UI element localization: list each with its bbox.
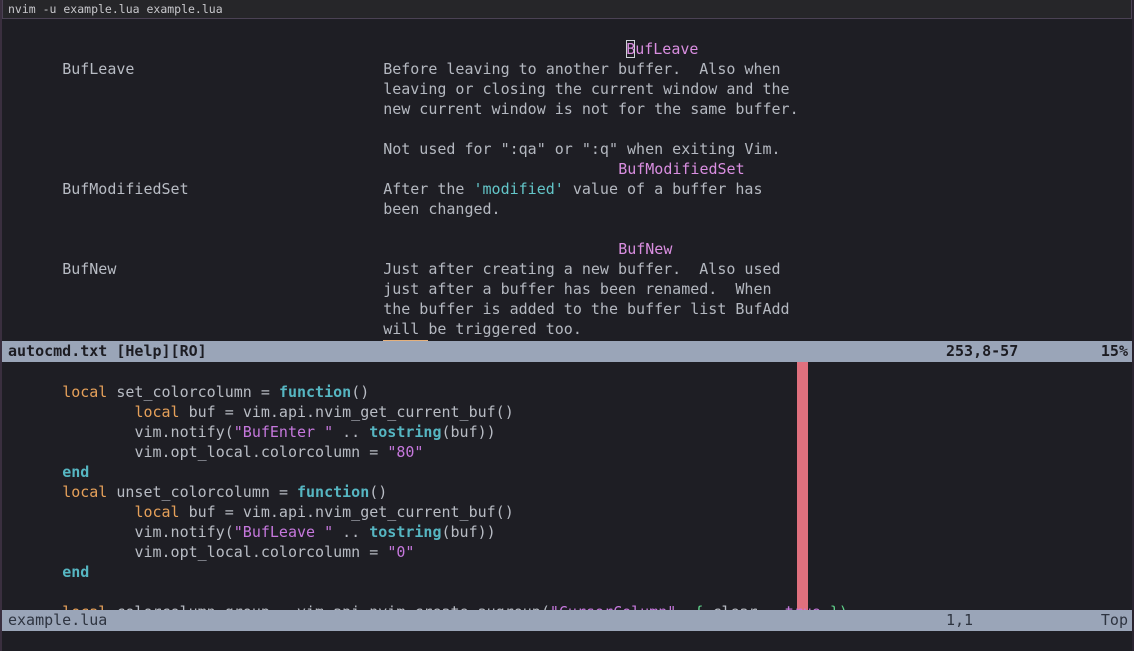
window-title: nvim -u example.lua example.lua xyxy=(8,1,223,16)
statusline-help[interactable]: autocmd.txt [Help][RO] 253,8-57 15% xyxy=(2,341,1132,362)
code-line: end xyxy=(2,542,1132,581)
boolean-true: true xyxy=(785,603,821,610)
operator-equals: = xyxy=(767,603,776,610)
help-line: will be triggered too. xyxy=(2,299,1132,338)
statusline-code[interactable]: example.lua 1,1 Top xyxy=(2,610,1132,631)
code-line: local set_colorcolumn = function() xyxy=(62,383,370,401)
code-line: local colorcolumn_group = vim.api.nvim_c… xyxy=(2,582,1132,610)
code-buffer-pane[interactable]: local set_colorcolumn = function() local… xyxy=(2,362,1132,610)
statusline-filename: example.lua xyxy=(8,611,108,629)
help-line: BufModifiedSet After the 'modified' value… xyxy=(2,159,1132,198)
help-line: BufLeave Before leaving to another buffer… xyxy=(2,39,1132,78)
statusline-percent: 15% xyxy=(1100,342,1128,360)
operator-equals: = xyxy=(279,603,288,610)
code-line: vim.opt_local.colorcolumn = "80" xyxy=(2,422,1132,461)
help-line: BufNew xyxy=(2,219,1132,258)
help-line: BufLeave xyxy=(2,19,1132,58)
identifier: colorcolumn_group xyxy=(116,603,270,610)
help-line: Not used for ":qa" or ":q" when exiting … xyxy=(2,119,1132,158)
help-line: the buffer being created "<afile>". xyxy=(2,339,1132,341)
brace-close: }) xyxy=(830,603,848,610)
code-line: local buf = vim.api.nvim_get_current_buf… xyxy=(2,382,1132,421)
terminal-window: nvim -u example.lua example.lua BufLeave… xyxy=(0,0,1134,651)
help-line: been changed. xyxy=(2,179,1132,218)
help-line-blank xyxy=(2,199,1132,219)
help-line: the buffer is added to the buffer list B… xyxy=(2,279,1132,318)
statusline-position: 253,8-57 xyxy=(946,342,1019,360)
api-call: vim.api.nvim_create_augroup( xyxy=(297,603,550,610)
help-line: leaving or closing the current window an… xyxy=(2,59,1132,98)
code-line: vim.notify("BufLeave " .. tostring(buf)) xyxy=(2,502,1132,541)
string-literal: "CursorColumn" xyxy=(550,603,676,610)
statusline-percent: Top xyxy=(1100,611,1128,629)
statusline-filename: autocmd.txt [Help][RO] xyxy=(8,342,207,360)
help-line-blank xyxy=(2,99,1132,119)
code-line: local unset_colorcolumn = function() xyxy=(62,483,388,501)
help-line: BufModifiedSet xyxy=(2,139,1132,178)
code-line: local buf = vim.api.nvim_get_current_buf… xyxy=(2,482,1132,521)
help-line: NOTE: Current buffer "%" may be differen… xyxy=(2,319,1132,341)
code-line: vim.notify("BufEnter " .. tostring(buf)) xyxy=(2,402,1132,441)
help-line: BufNew Just after creating a new buffer. … xyxy=(2,239,1132,278)
comma: , xyxy=(676,603,685,610)
help-buffer-pane[interactable]: BufLeave BufLeave Before leaving to anoth… xyxy=(2,19,1132,341)
table-key-clear: clear xyxy=(712,603,757,610)
help-line: just after a buffer has been renamed. Wh… xyxy=(2,259,1132,298)
keyword-local: local xyxy=(62,603,107,610)
window-titlebar: nvim -u example.lua example.lua xyxy=(2,0,1132,19)
code-line: end xyxy=(2,442,1132,481)
help-line: new current window is not for the same b… xyxy=(2,79,1132,118)
statusline-position: 1,1 xyxy=(946,611,974,629)
code-line: vim.opt_local.colorcolumn = "0" xyxy=(2,522,1132,561)
